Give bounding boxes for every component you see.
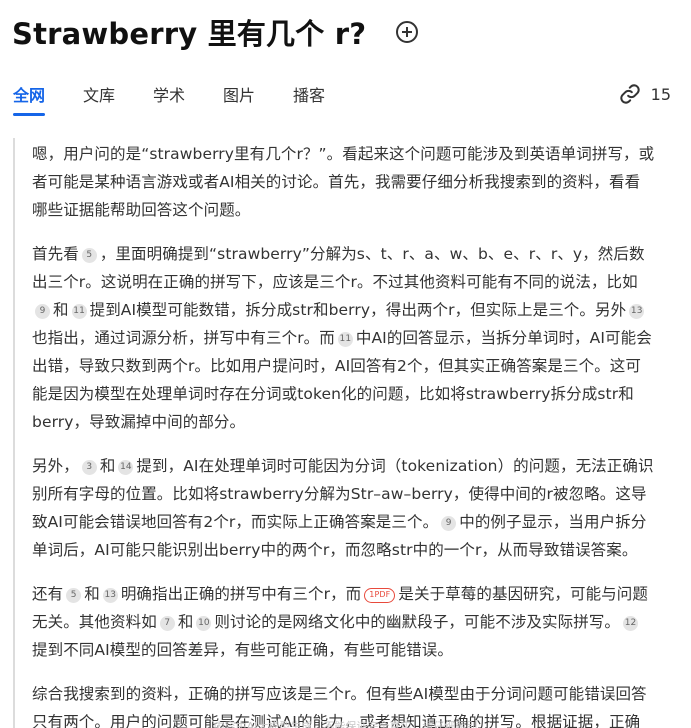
thinking-content: 嗯，用户问的是“strawberry里有几个r？”。看起来这个问题可能涉及到英语… — [13, 138, 663, 728]
text: 明确指出正确的拼写中有三个r，而 — [120, 585, 362, 603]
active-tab-indicator — [13, 113, 45, 116]
text: 首先看 — [32, 245, 79, 263]
citation-badge[interactable]: 7 — [159, 616, 175, 631]
sources-button[interactable]: 15 — [619, 83, 671, 105]
citation-badge[interactable]: 5 — [81, 248, 97, 263]
text: 和 — [53, 301, 69, 319]
text: 提到不同AI模型的回答差异，有些可能正确，有些可能错误。 — [32, 641, 453, 659]
text: 提到AI模型可能数错，拆分成str和berry，得出两个r，但实际上是三个。另外 — [89, 301, 627, 319]
tab-label: 全网 — [13, 86, 46, 105]
citation-badge[interactable]: 3 — [81, 460, 97, 475]
citation-badge[interactable]: 12 — [623, 616, 639, 631]
add-icon[interactable] — [396, 21, 419, 43]
tab-images[interactable]: 图片 — [223, 82, 255, 106]
paragraph-4: 还有 5 和 13 明确指出正确的拼写中有三个r，而 1PDF 是关于草莓的基因研究，可能与… — [32, 580, 655, 664]
citation-badge[interactable]: 10 — [196, 616, 212, 631]
paragraph-3: 另外， 3 和 14 提到，AI在处理单词时可能因为分词（tokenization）的问… — [32, 452, 655, 564]
text: ，里面明确提到“strawberry”分解为s、t、r、a、w、b、e、r、r、… — [32, 245, 645, 291]
citation-badge[interactable]: 13 — [629, 304, 645, 319]
tab-bar: 全网 文库 学术 图片 播客 — [13, 82, 691, 122]
citation-badge[interactable]: 14 — [118, 460, 134, 475]
citation-badge[interactable]: 11 — [337, 332, 353, 347]
paragraph-1: 嗯，用户问的是“strawberry里有几个r？”。看起来这个问题可能涉及到英语… — [32, 140, 655, 224]
citation-badge[interactable]: 13 — [102, 588, 118, 603]
text: 还有 — [32, 585, 64, 603]
tab-academic[interactable]: 学术 — [153, 82, 185, 106]
sources-count: 15 — [650, 84, 671, 104]
link-icon — [619, 84, 640, 104]
tab-podcast[interactable]: 播客 — [293, 82, 325, 106]
tab-library[interactable]: 文库 — [83, 82, 115, 106]
citation-badge[interactable]: 5 — [66, 588, 82, 603]
page-title: Strawberry 里有几个 r? — [12, 17, 367, 51]
paragraph-2: 首先看 5 ，里面明确提到“strawberry”分解为s、t、r、a、w、b、e、… — [32, 240, 655, 436]
text: 则讨论的是网络文化中的幽默段子，可能不涉及实际拼写。 — [214, 613, 621, 631]
text: 也指出，通过词源分析，拼写中有三个r。而 — [32, 329, 335, 347]
tab-web[interactable]: 全网 — [13, 82, 46, 116]
text: 和 — [84, 585, 100, 603]
ai-disclaimer: 内容由AI大模型生成，不能保证完全真实，请仔细甄别 — [213, 720, 478, 728]
citation-badge[interactable]: 11 — [71, 304, 87, 319]
text: 另外， — [32, 457, 79, 475]
citation-badge[interactable]: 9 — [35, 304, 50, 319]
text: 和 — [99, 457, 116, 475]
header: Strawberry 里有几个 r? — [12, 10, 419, 54]
text: 和 — [177, 613, 194, 631]
pdf-citation-badge[interactable]: 1PDF — [364, 587, 396, 603]
citation-badge[interactable]: 9 — [441, 516, 457, 531]
text: 嗯，用户问的是“strawberry里有几个r？”。看起来这个问题可能涉及到英语… — [32, 145, 655, 219]
